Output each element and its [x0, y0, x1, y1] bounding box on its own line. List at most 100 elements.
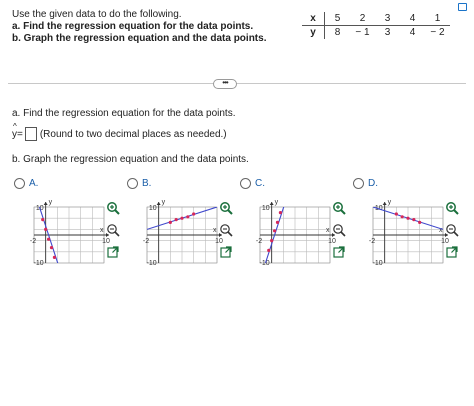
data-point: [272, 229, 277, 233]
option-a[interactable]: A.yx10-10-210: [12, 178, 122, 270]
x-tick-label: -2: [256, 238, 262, 245]
option-radio[interactable]: [240, 178, 251, 189]
y-tick-label: -10: [373, 260, 383, 267]
table-cell: 4: [400, 12, 425, 26]
question-text: Use the given data to do the following. …: [12, 9, 266, 45]
popout-icon[interactable]: [445, 245, 459, 259]
x-tick-label: 10: [215, 238, 223, 245]
option-c[interactable]: C. y x 10 -10 -2 10: [238, 178, 348, 270]
data-table: x 5 2 3 4 1 y 8 − 1 3 4 − 2: [302, 12, 450, 39]
question-line-2: a. Find the regression equation for the …: [12, 21, 254, 32]
option-header[interactable]: C.: [240, 178, 265, 189]
y-axis-label: y: [162, 199, 166, 206]
table-cell: 3: [384, 27, 391, 38]
data-point: [44, 227, 48, 231]
x-tick-label: 10: [328, 238, 336, 245]
x-tick-label: 10: [441, 238, 449, 245]
option-d[interactable]: D.yx10-10-210: [351, 178, 461, 270]
x-axis-label: x: [326, 227, 330, 234]
data-point: [174, 218, 178, 222]
data-point: [180, 216, 184, 220]
y-tick-label: -10: [34, 260, 44, 267]
data-point: [192, 212, 196, 216]
popout-icon[interactable]: [332, 245, 346, 259]
data-point: [418, 220, 422, 224]
section-divider: [8, 83, 466, 84]
popout-icon[interactable]: [106, 245, 120, 259]
data-point: [270, 239, 274, 243]
question-line-1: Use the given data to do the following.: [12, 9, 182, 20]
option-label: B.: [142, 178, 152, 189]
answer-row: ^ y = (Round to two decimal places as ne…: [12, 122, 227, 141]
data-point: [46, 237, 51, 241]
equals-sign: =: [17, 128, 23, 140]
zoom-out-icon[interactable]: [445, 223, 459, 237]
zoom-out-icon[interactable]: [332, 223, 346, 237]
option-label: A.: [29, 178, 39, 189]
table-cell: 4: [409, 27, 416, 38]
y-tick-label: -10: [260, 260, 270, 267]
option-header[interactable]: A.: [14, 178, 38, 189]
data-point: [168, 220, 172, 224]
hat-symbol: ^: [13, 121, 17, 131]
y-hat-symbol: ^ y: [12, 122, 17, 140]
x-axis-label: x: [213, 227, 217, 234]
data-point: [278, 211, 283, 215]
data-point: [412, 218, 416, 222]
table-cell: 2: [350, 12, 375, 26]
x-tick-label: -2: [369, 238, 375, 245]
option-label: C.: [255, 178, 265, 189]
y-axis-label: y: [49, 199, 53, 206]
y-axis-label: y: [275, 199, 279, 206]
data-point: [52, 255, 57, 259]
data-point: [267, 248, 271, 252]
data-point: [406, 216, 410, 220]
zoom-in-icon[interactable]: [106, 201, 120, 215]
y-axis-arrow: [156, 202, 161, 205]
popout-icon[interactable]: [219, 245, 233, 259]
y-axis-arrow: [43, 202, 48, 205]
x-tick-label: -2: [30, 238, 36, 245]
y-axis-label: y: [388, 199, 392, 206]
option-header[interactable]: B.: [127, 178, 151, 189]
table-cell: 5: [324, 12, 350, 26]
table-header-x: x: [302, 12, 325, 26]
option-radio[interactable]: [127, 178, 138, 189]
option-label: D.: [368, 178, 378, 189]
part-a-label: a. Find the regression equation for the …: [12, 108, 236, 119]
zoom-in-icon[interactable]: [445, 201, 459, 215]
option-header[interactable]: D.: [353, 178, 378, 189]
question-line-3: b. Graph the regression equation and the…: [12, 33, 267, 44]
x-tick-label: 10: [102, 238, 110, 245]
zoom-in-icon[interactable]: [219, 201, 233, 215]
more-button[interactable]: •••: [213, 79, 237, 89]
part-b-label: b. Graph the regression equation and the…: [12, 154, 249, 165]
data-point: [49, 246, 54, 250]
table-cell: 8: [334, 27, 341, 38]
rounding-hint: (Round to two decimal places as needed.): [39, 128, 227, 140]
data-point: [394, 212, 398, 216]
y-axis-arrow: [382, 202, 387, 205]
option-radio[interactable]: [14, 178, 25, 189]
note-icon[interactable]: [458, 3, 467, 11]
table-cell: 3: [375, 12, 400, 26]
data-point: [186, 215, 190, 219]
zoom-out-icon[interactable]: [219, 223, 233, 237]
y-tick-label: 10: [262, 205, 270, 212]
zoom-in-icon[interactable]: [332, 201, 346, 215]
table-cell: − 2: [430, 27, 445, 38]
option-radio[interactable]: [353, 178, 364, 189]
y-axis-arrow: [269, 202, 274, 205]
table-cell: − 1: [355, 27, 370, 38]
x-axis-label: x: [100, 227, 104, 234]
data-point: [400, 215, 404, 219]
table-row-y: y 8 − 1 3 4 − 2: [302, 25, 450, 39]
data-point: [275, 220, 280, 224]
zoom-out-icon[interactable]: [106, 223, 120, 237]
answer-input[interactable]: [24, 127, 37, 141]
y-tick-label: -10: [147, 260, 157, 267]
data-point: [41, 218, 45, 222]
table-row-x: x 5 2 3 4 1: [302, 12, 450, 26]
option-b[interactable]: B. y x 10 -10 -2 10: [125, 178, 235, 270]
table-header-y: y: [302, 25, 325, 39]
